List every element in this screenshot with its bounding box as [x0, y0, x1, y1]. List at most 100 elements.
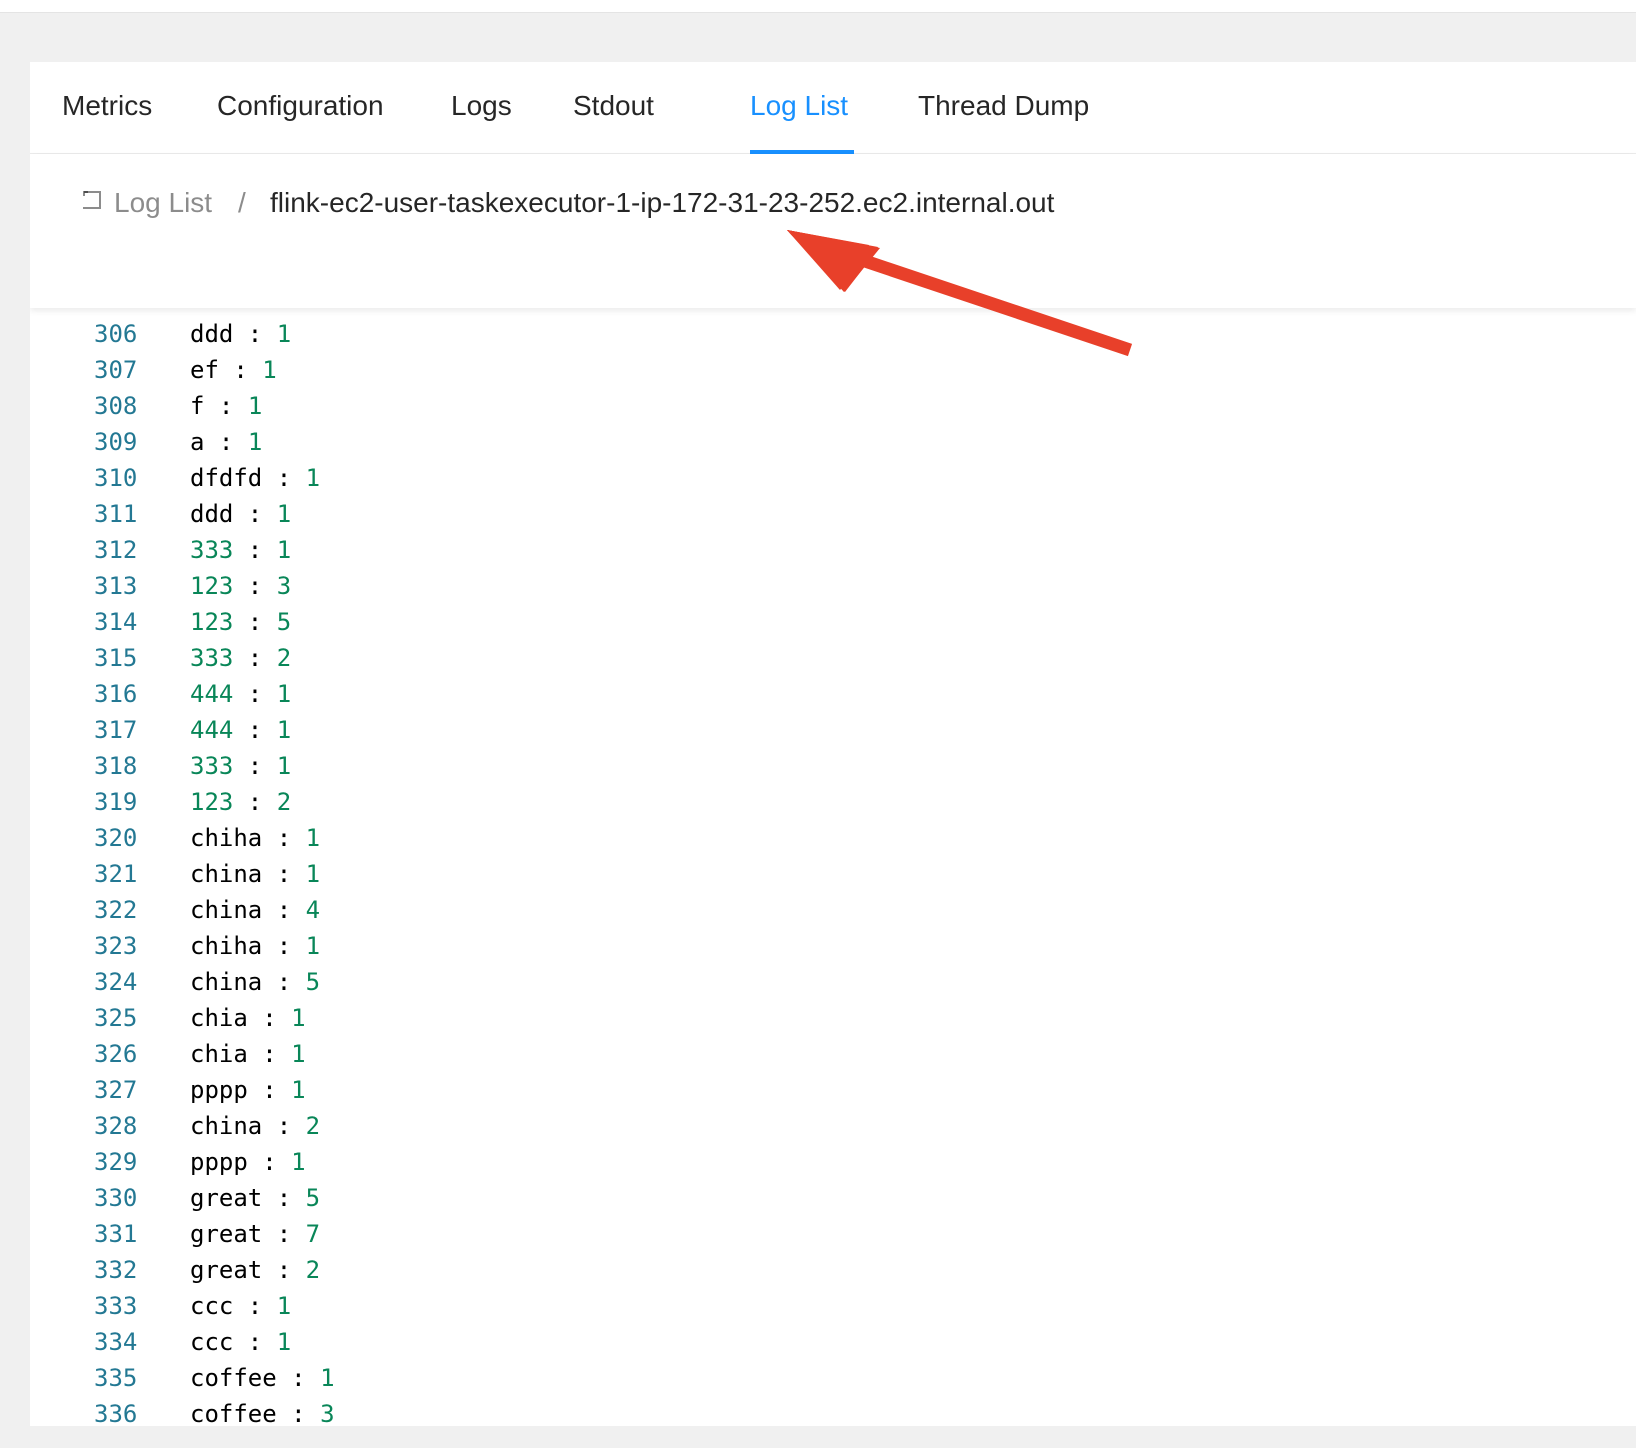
line-content: coffee : 1 [190, 1360, 335, 1396]
line-number: 323 [94, 932, 138, 960]
tab-stdout[interactable]: Stdout [573, 90, 654, 122]
line-number: 307 [94, 356, 138, 384]
line-content: 333 : 1 [190, 532, 291, 568]
line-number: 327 [94, 1076, 138, 1104]
bottom-strip [0, 1426, 1636, 1448]
line-colon: : [233, 1292, 277, 1320]
line-number: 314 [94, 608, 138, 636]
line-key: chiha [190, 932, 263, 960]
tab-thread-dump[interactable]: Thread Dump [918, 90, 1089, 122]
breadcrumb-current-file: flink-ec2-user-taskexecutor-1-ip-172-31-… [270, 187, 1055, 218]
breadcrumb-back-link[interactable]: Log List [80, 187, 212, 219]
line-value: 3 [320, 1400, 335, 1426]
line-colon: : [247, 1148, 292, 1176]
line-value: 2 [276, 644, 292, 672]
line-key: china [190, 860, 263, 888]
task-manager-panel: Metrics Configuration Logs Stdout Log Li… [30, 62, 1636, 1426]
line-content: 123 : 2 [190, 784, 291, 820]
line-value: 1 [276, 1328, 292, 1356]
line-number: 329 [94, 1148, 138, 1176]
line-content: pppp : 1 [190, 1144, 306, 1180]
line-colon: : [276, 1400, 321, 1426]
line-colon: : [262, 1184, 306, 1212]
line-key: ef [190, 356, 219, 384]
top-header-strip [0, 0, 1636, 13]
line-colon: : [233, 500, 277, 528]
line-number: 336 [94, 1400, 138, 1426]
line-colon: : [233, 680, 277, 708]
line-value: 1 [262, 356, 277, 384]
breadcrumb-separator: / [238, 187, 246, 218]
line-content: f : 1 [190, 388, 262, 424]
line-content: pppp : 1 [190, 1072, 306, 1108]
line-content: ccc : 1 [190, 1324, 291, 1360]
line-content: chia : 1 [190, 1036, 306, 1072]
line-colon: : [233, 644, 277, 672]
line-key: great [190, 1256, 263, 1284]
line-colon: : [262, 1220, 306, 1248]
line-value: 1 [276, 716, 292, 744]
line-content: china : 2 [190, 1108, 320, 1144]
log-viewer[interactable]: 305b : 1306ddd : 1307ef : 1308f : 1309a … [30, 294, 1636, 1426]
line-number: 328 [94, 1112, 138, 1140]
line-key: coffee [190, 1400, 277, 1426]
line-value: 4 [305, 896, 321, 924]
line-value: 1 [276, 500, 292, 528]
line-number: 331 [94, 1220, 138, 1248]
line-content: china : 1 [190, 856, 320, 892]
tab-log-list[interactable]: Log List [750, 90, 848, 122]
line-value: 1 [276, 1292, 292, 1320]
line-value: 1 [247, 428, 263, 456]
line-number: 325 [94, 1004, 138, 1032]
line-value: 3 [276, 572, 292, 600]
line-colon: : [218, 356, 263, 384]
line-key: great [190, 1220, 263, 1248]
line-content: ccc : 1 [190, 1288, 291, 1324]
line-colon: : [262, 464, 306, 492]
line-number: 330 [94, 1184, 138, 1212]
line-value: 1 [276, 680, 292, 708]
line-key: 333 [190, 644, 234, 672]
line-key: pppp [190, 1076, 248, 1104]
line-value: 1 [291, 1076, 306, 1104]
line-content: dfdfd : 1 [190, 460, 320, 496]
line-number: 322 [94, 896, 138, 924]
line-key: f [190, 392, 205, 420]
line-number: 320 [94, 824, 138, 852]
line-colon: : [247, 1076, 292, 1104]
breadcrumb-back-label: Log List [114, 187, 213, 218]
line-key: china [190, 1112, 263, 1140]
line-value: 1 [305, 464, 321, 492]
line-colon: : [233, 608, 277, 636]
line-value: 5 [276, 608, 292, 636]
line-number: 318 [94, 752, 138, 780]
line-value: 1 [305, 860, 321, 888]
tab-logs[interactable]: Logs [451, 90, 512, 122]
line-number: 321 [94, 860, 138, 888]
line-colon: : [233, 1328, 277, 1356]
line-colon: : [262, 824, 306, 852]
line-key: pppp [190, 1148, 248, 1176]
tab-metrics[interactable]: Metrics [62, 90, 152, 122]
tab-configuration[interactable]: Configuration [217, 90, 384, 122]
line-number: 309 [94, 428, 138, 456]
line-number: 324 [94, 968, 138, 996]
line-value: 1 [320, 1364, 335, 1392]
line-key: 333 [190, 752, 234, 780]
line-number: 315 [94, 644, 138, 672]
line-content: china : 5 [190, 964, 320, 1000]
line-colon: : [233, 320, 277, 348]
line-value: 1 [247, 392, 263, 420]
line-key: 123 [190, 788, 234, 816]
line-value: 2 [305, 1112, 321, 1140]
line-colon: : [204, 392, 248, 420]
line-key: dfdfd [190, 464, 263, 492]
line-content: ddd : 1 [190, 316, 291, 352]
line-key: coffee [190, 1364, 277, 1392]
line-colon: : [204, 428, 248, 456]
line-key: great [190, 1184, 263, 1212]
line-number: 335 [94, 1364, 138, 1392]
line-value: 5 [305, 1184, 321, 1212]
line-number: 310 [94, 464, 138, 492]
line-value: 1 [291, 1040, 306, 1068]
